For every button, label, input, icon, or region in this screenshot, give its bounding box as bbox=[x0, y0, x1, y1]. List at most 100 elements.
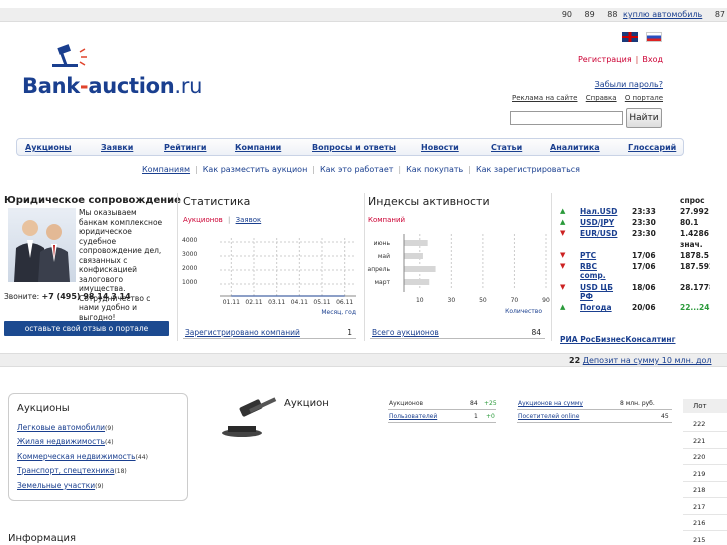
subnav-how-it-works[interactable]: Как это работает bbox=[320, 165, 393, 174]
category-item[interactable]: Легковые автомобили(9) bbox=[17, 423, 114, 432]
nav-analytics[interactable]: Аналитика bbox=[550, 143, 600, 152]
category-label[interactable]: Транспорт, спецтехника bbox=[17, 466, 114, 475]
nav-requests[interactable]: Заявки bbox=[101, 143, 133, 152]
stats-summary-value: 1 bbox=[347, 328, 352, 337]
about-link[interactable]: О портале bbox=[625, 94, 663, 102]
lot-row[interactable]: 221 bbox=[683, 433, 727, 449]
nav-auctions[interactable]: Аукционы bbox=[25, 143, 72, 152]
category-label[interactable]: Легковые автомобили bbox=[17, 423, 105, 432]
stat-value: 1 bbox=[474, 413, 478, 420]
stat-delta: +0 bbox=[486, 413, 495, 420]
stat-label[interactable]: Аукционов на сумму bbox=[518, 400, 583, 407]
subnav-how-to-register[interactable]: Как зарегистрироваться bbox=[476, 165, 580, 174]
currency-time: 17/06 bbox=[632, 251, 656, 260]
auction-stat-row: Посетителей online 45 bbox=[517, 412, 672, 423]
currency-time: 18/06 bbox=[632, 283, 656, 292]
x-tick-label: 10 bbox=[416, 297, 424, 304]
category-count: (9) bbox=[95, 483, 104, 490]
category-item[interactable]: Коммерческая недвижимость(44) bbox=[17, 452, 148, 461]
lot-row[interactable]: 220 bbox=[683, 449, 727, 465]
stats-summary: Зарегистрировано компаний 1 bbox=[183, 327, 356, 339]
search-input[interactable] bbox=[510, 111, 623, 125]
stats-summary-label[interactable]: Зарегистрировано компаний bbox=[185, 328, 300, 337]
english-flag-icon[interactable] bbox=[622, 32, 638, 42]
stat-label[interactable]: Посетителей online bbox=[518, 413, 579, 420]
bar bbox=[404, 253, 423, 259]
subnav-how-to-buy[interactable]: Как покупать bbox=[406, 165, 463, 174]
site-logo[interactable]: Bank-auction.ru bbox=[22, 42, 232, 102]
lot-row[interactable]: 217 bbox=[683, 499, 727, 515]
gavel-logo-icon bbox=[52, 44, 87, 67]
lawyers-photo bbox=[8, 208, 76, 282]
tab-auctions[interactable]: Аукционов bbox=[183, 216, 223, 224]
ticker-item: 90 bbox=[561, 10, 572, 19]
y-tick-label: 4000 bbox=[182, 237, 197, 244]
auctions-category-box: Аукционы Легковые автомобили(9) Жилая не… bbox=[8, 393, 188, 501]
currency-name[interactable]: EUR/USD bbox=[580, 229, 624, 238]
arrow-down-icon: ▼ bbox=[560, 283, 566, 291]
ticker2-link[interactable]: Депозит на сумму 10 млн. дол bbox=[583, 356, 712, 365]
category-item[interactable]: Земельные участки(9) bbox=[17, 481, 104, 490]
lot-row[interactable]: 215 bbox=[683, 532, 727, 545]
divider bbox=[177, 193, 178, 341]
currency-time: 23:33 bbox=[632, 207, 656, 216]
activity-chart: 10 30 50 70 90 июнь май апрель март Количество bbox=[368, 234, 550, 315]
tab-companies[interactable]: Компаний bbox=[368, 216, 405, 224]
register-link[interactable]: Регистрация bbox=[578, 55, 632, 64]
category-count: (9) bbox=[105, 425, 114, 432]
currency-name[interactable]: USD/JPY bbox=[580, 218, 624, 227]
russian-flag-icon[interactable] bbox=[645, 32, 662, 42]
lot-row[interactable]: 216 bbox=[683, 515, 727, 531]
currency-value: 22...24 bbox=[680, 303, 710, 312]
nav-news[interactable]: Новости bbox=[421, 143, 459, 152]
forgot-password-link[interactable]: Забыли пароль? bbox=[595, 80, 663, 89]
divider bbox=[364, 193, 365, 341]
category-label[interactable]: Земельные участки bbox=[17, 481, 95, 490]
lot-row[interactable]: 218 bbox=[683, 482, 727, 498]
logo-part: .ru bbox=[174, 74, 203, 98]
currency-name[interactable]: РТС bbox=[580, 251, 624, 260]
category-item[interactable]: Жилая недвижимость(4) bbox=[17, 437, 114, 446]
arrow-up-icon: ▲ bbox=[560, 218, 566, 226]
rbc-source-link[interactable]: РИА РосБизнесКонсалтинг bbox=[560, 335, 676, 344]
currency-header: спрос bbox=[680, 196, 705, 205]
currency-name[interactable]: USD ЦБ РФ bbox=[580, 283, 624, 301]
nav-qa[interactable]: Вопросы и ответы bbox=[312, 143, 396, 152]
currency-time: 20/06 bbox=[632, 303, 656, 312]
stat-value: 84 bbox=[470, 400, 478, 407]
category-item[interactable]: Транспорт, спецтехника(18) bbox=[17, 466, 127, 475]
nav-articles[interactable]: Статьи bbox=[491, 143, 522, 152]
y-tick-label: май bbox=[378, 253, 390, 260]
top-ticker: 90 89 88 куплю автомобиль 87 bbox=[0, 8, 727, 22]
currency-name[interactable]: RBC comp. bbox=[580, 262, 624, 280]
auction-label: Аукцион bbox=[284, 398, 329, 409]
arrow-up-icon: ▲ bbox=[560, 303, 566, 311]
tab-requests[interactable]: Заявок bbox=[236, 216, 262, 224]
ticker-item: 88 bbox=[607, 10, 618, 19]
y-tick-label: март bbox=[374, 279, 390, 286]
subnav-how-to-post[interactable]: Как разместить аукцион bbox=[203, 165, 308, 174]
stat-label[interactable]: Пользователей bbox=[389, 413, 437, 420]
ticker-link[interactable]: куплю автомобиль bbox=[623, 10, 702, 19]
lot-row[interactable]: 219 bbox=[683, 466, 727, 482]
nav-glossary[interactable]: Глоссарий bbox=[628, 143, 676, 152]
nav-companies[interactable]: Компании bbox=[235, 143, 281, 152]
help-link[interactable]: Справка bbox=[586, 94, 617, 102]
login-link[interactable]: Вход bbox=[642, 55, 663, 64]
nav-ratings[interactable]: Рейтинги bbox=[164, 143, 206, 152]
currency-name[interactable]: Погода bbox=[580, 303, 624, 312]
currency-value: 187.592 bbox=[680, 262, 710, 271]
category-label[interactable]: Коммерческая недвижимость bbox=[17, 452, 136, 461]
category-label[interactable]: Жилая недвижимость bbox=[17, 437, 105, 446]
x-tick-label: 06.11 bbox=[336, 299, 353, 306]
x-axis-label: Количество bbox=[505, 308, 542, 315]
search-button[interactable]: Найти bbox=[626, 108, 662, 128]
feedback-button[interactable]: оставьте свой отзыв о портале bbox=[4, 321, 169, 336]
lot-row[interactable]: 222 bbox=[683, 416, 727, 432]
advertising-link[interactable]: Реклама на сайте bbox=[512, 94, 577, 102]
subnav-companies[interactable]: Компаниям bbox=[142, 165, 190, 174]
currency-name[interactable]: Нал.USD bbox=[580, 207, 624, 216]
ticker-item: 87 bbox=[714, 10, 725, 19]
activity-summary: Всего аукционов 84 bbox=[370, 327, 545, 339]
activity-summary-label[interactable]: Всего аукционов bbox=[372, 328, 439, 337]
